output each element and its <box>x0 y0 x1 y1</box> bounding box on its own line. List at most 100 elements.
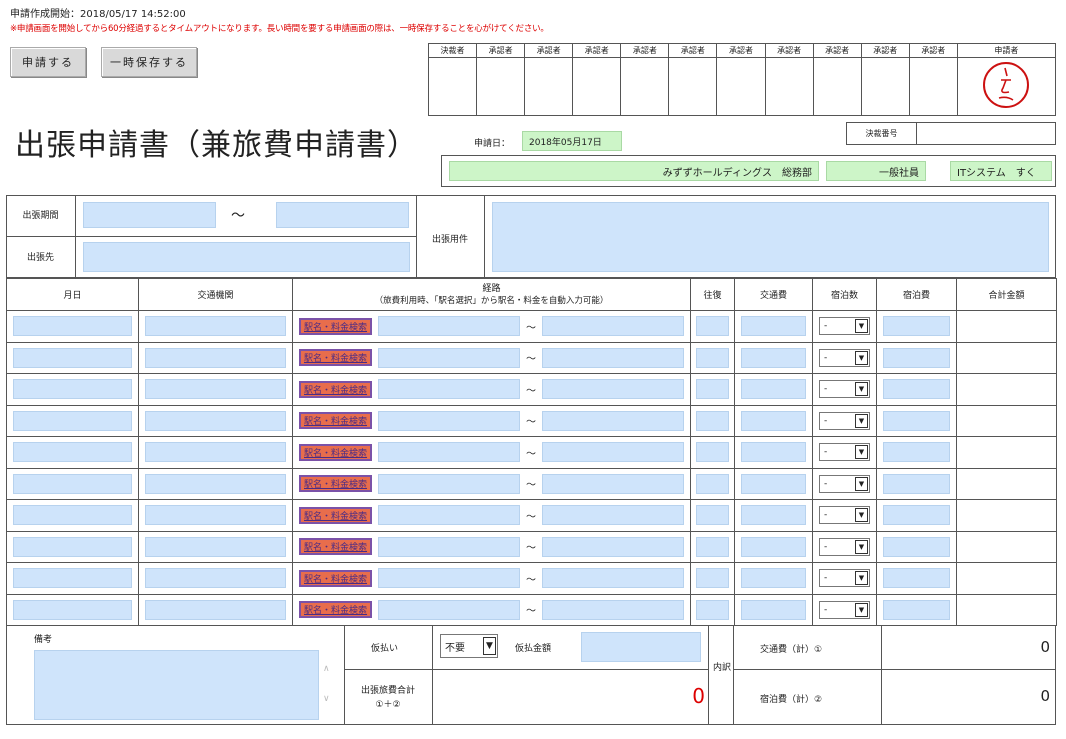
station-fare-search-button[interactable]: 駅名・料金検索 <box>299 317 373 335</box>
round-trip-input[interactable] <box>696 442 729 463</box>
lodging-input[interactable] <box>883 599 950 620</box>
round-trip-input[interactable] <box>696 379 729 400</box>
lodging-input[interactable] <box>883 410 950 431</box>
nights-select[interactable]: - ▼ <box>819 411 870 430</box>
round-trip-input[interactable] <box>696 410 729 431</box>
fare-input[interactable] <box>741 379 806 400</box>
station-fare-search-button[interactable]: 駅名・料金検索 <box>299 380 373 398</box>
fare-input[interactable] <box>741 568 806 589</box>
nights-select[interactable]: - ▼ <box>819 443 870 462</box>
transport-input[interactable] <box>145 505 286 526</box>
transport-input[interactable] <box>145 379 286 400</box>
nights-select[interactable]: - ▼ <box>819 600 870 619</box>
route-from-input[interactable] <box>378 568 521 589</box>
round-trip-input[interactable] <box>696 568 729 589</box>
date-input[interactable] <box>13 599 132 620</box>
round-trip-input[interactable] <box>696 505 729 526</box>
date-input[interactable] <box>13 316 132 337</box>
purpose-input[interactable] <box>492 202 1049 272</box>
scroll-down-icon[interactable]: ∨ <box>323 694 330 704</box>
route-to-input[interactable] <box>542 505 685 526</box>
lodging-input[interactable] <box>883 347 950 368</box>
temp-save-button[interactable]: 一時保存する <box>101 47 197 77</box>
lodging-input[interactable] <box>883 505 950 526</box>
scroll-up-icon[interactable]: ∧ <box>323 664 330 674</box>
station-fare-search-button[interactable]: 駅名・料金検索 <box>299 412 373 430</box>
route-from-input[interactable] <box>378 379 521 400</box>
trip-start-input[interactable] <box>83 202 216 228</box>
nights-select[interactable]: - ▼ <box>819 474 870 493</box>
transport-input[interactable] <box>145 473 286 494</box>
apply-button[interactable]: 申請する <box>10 47 86 77</box>
route-from-input[interactable] <box>378 473 521 494</box>
transport-input[interactable] <box>145 347 286 368</box>
date-input[interactable] <box>13 347 132 368</box>
route-from-input[interactable] <box>378 536 521 557</box>
lodging-input[interactable] <box>883 568 950 589</box>
route-from-input[interactable] <box>378 599 521 620</box>
transport-input[interactable] <box>145 536 286 557</box>
round-trip-input[interactable] <box>696 316 729 337</box>
lodging-input[interactable] <box>883 473 950 494</box>
station-fare-search-button[interactable]: 駅名・料金検索 <box>299 601 373 619</box>
transport-input[interactable] <box>145 568 286 589</box>
route-to-input[interactable] <box>542 599 685 620</box>
fare-input[interactable] <box>741 505 806 526</box>
route-from-input[interactable] <box>378 442 521 463</box>
nights-select[interactable]: - ▼ <box>819 537 870 556</box>
fare-input[interactable] <box>741 536 806 557</box>
fare-input[interactable] <box>741 473 806 494</box>
nights-select[interactable]: - ▼ <box>819 317 870 336</box>
route-from-input[interactable] <box>378 505 521 526</box>
lodging-input[interactable] <box>883 379 950 400</box>
station-fare-search-button[interactable]: 駅名・料金検索 <box>299 475 373 493</box>
fare-input[interactable] <box>741 410 806 431</box>
trip-end-input[interactable] <box>276 202 409 228</box>
transport-input[interactable] <box>145 599 286 620</box>
date-input[interactable] <box>13 568 132 589</box>
station-fare-search-button[interactable]: 駅名・料金検索 <box>299 443 373 461</box>
advance-amount-input[interactable] <box>581 632 701 662</box>
transport-input[interactable] <box>145 316 286 337</box>
transport-input[interactable] <box>145 410 286 431</box>
date-input[interactable] <box>13 505 132 526</box>
fare-input[interactable] <box>741 316 806 337</box>
station-fare-search-button[interactable]: 駅名・料金検索 <box>299 506 373 524</box>
station-fare-search-button[interactable]: 駅名・料金検索 <box>299 349 373 367</box>
route-from-input[interactable] <box>378 316 521 337</box>
date-input[interactable] <box>13 536 132 557</box>
route-to-input[interactable] <box>542 379 685 400</box>
round-trip-input[interactable] <box>696 599 729 620</box>
fare-input[interactable] <box>741 442 806 463</box>
route-from-input[interactable] <box>378 410 521 431</box>
fare-input[interactable] <box>741 599 806 620</box>
route-from-input[interactable] <box>378 347 521 368</box>
station-fare-search-button[interactable]: 駅名・料金検索 <box>299 569 373 587</box>
transport-input[interactable] <box>145 442 286 463</box>
date-input[interactable] <box>13 379 132 400</box>
fare-input[interactable] <box>741 347 806 368</box>
route-to-input[interactable] <box>542 410 685 431</box>
lodging-input[interactable] <box>883 442 950 463</box>
route-to-input[interactable] <box>542 442 685 463</box>
destination-input[interactable] <box>83 242 410 272</box>
route-to-input[interactable] <box>542 536 685 557</box>
round-trip-input[interactable] <box>696 473 729 494</box>
route-to-input[interactable] <box>542 473 685 494</box>
nights-select[interactable]: - ▼ <box>819 569 870 588</box>
round-trip-input[interactable] <box>696 536 729 557</box>
lodging-input[interactable] <box>883 316 950 337</box>
route-to-input[interactable] <box>542 316 685 337</box>
date-input[interactable] <box>13 442 132 463</box>
lodging-input[interactable] <box>883 536 950 557</box>
route-to-input[interactable] <box>542 568 685 589</box>
nights-select[interactable]: - ▼ <box>819 380 870 399</box>
nights-select[interactable]: - ▼ <box>819 348 870 367</box>
date-input[interactable] <box>13 473 132 494</box>
date-input[interactable] <box>13 410 132 431</box>
round-trip-input[interactable] <box>696 347 729 368</box>
station-fare-search-button[interactable]: 駅名・料金検索 <box>299 538 373 556</box>
route-to-input[interactable] <box>542 347 685 368</box>
remarks-textarea[interactable] <box>34 650 319 720</box>
nights-select[interactable]: - ▼ <box>819 506 870 525</box>
